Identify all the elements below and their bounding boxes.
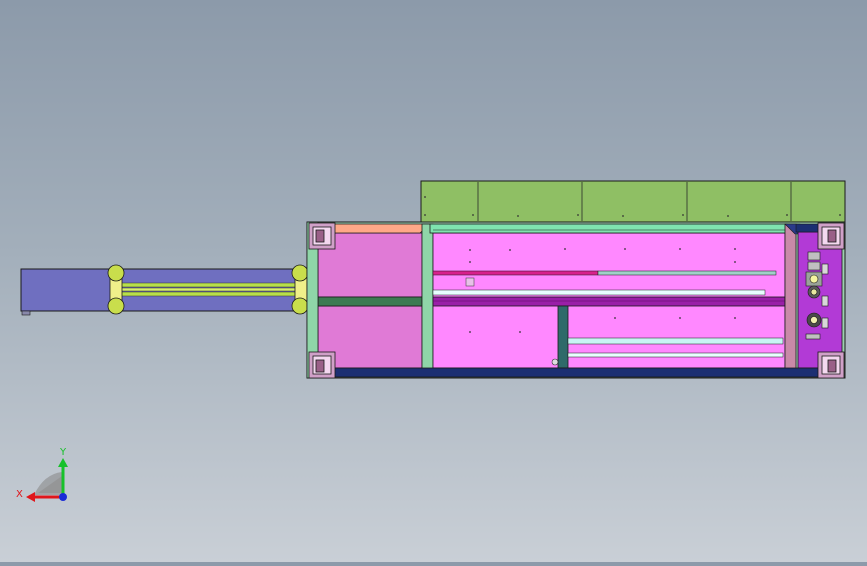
arm-rod-middle <box>117 287 299 292</box>
model-view[interactable]: Y X <box>0 0 867 562</box>
machine-body[interactable] <box>306 221 846 379</box>
bracket-top-right <box>817 222 845 250</box>
right-vertical-post <box>784 223 797 371</box>
bottom-rail <box>317 367 841 378</box>
x-axis-label: X <box>16 489 23 500</box>
rail-bracket <box>465 277 475 287</box>
arm-roller-2 <box>107 297 125 315</box>
arm-rod-upper <box>117 282 299 288</box>
bracket-bottom-left <box>308 351 336 379</box>
arm-housing <box>20 268 112 312</box>
arm-roller-3 <box>291 264 309 282</box>
arm-housing-foot <box>21 310 31 316</box>
slide-rail-1 <box>432 270 599 276</box>
arm-rod-lower <box>117 291 299 297</box>
extension-arm[interactable] <box>20 264 309 316</box>
top-cover-frame <box>420 180 846 223</box>
y-axis-label: Y <box>59 447 67 458</box>
slide-rail-2 <box>432 289 766 296</box>
slide-rail-3 <box>567 337 784 345</box>
arm-roller-4 <box>291 297 309 315</box>
center-vertical-post <box>421 223 434 371</box>
inner-post <box>557 305 569 369</box>
bracket-bottom-right <box>817 351 845 379</box>
left-section-divider <box>317 296 423 307</box>
left-top-beam <box>329 223 432 234</box>
purple-beam <box>432 296 786 307</box>
orientation-triad[interactable]: Y X <box>16 447 68 502</box>
top-cover-panels[interactable] <box>420 180 846 223</box>
z-axis-dot <box>59 493 67 501</box>
cad-viewport[interactable]: Y X <box>0 0 867 562</box>
arm-roller-1 <box>107 264 125 282</box>
slide-rail-1b <box>597 270 777 276</box>
slide-rail-4 <box>567 352 784 358</box>
bracket-top-left <box>308 222 336 250</box>
top-rail <box>429 223 788 234</box>
sensor-dot <box>551 358 559 366</box>
